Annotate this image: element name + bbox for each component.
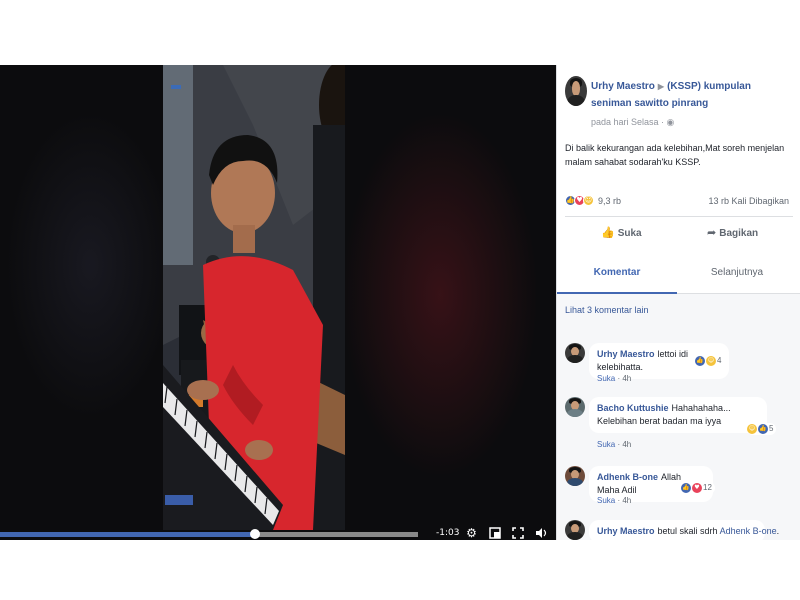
- share-arrow-icon: ➦: [707, 226, 717, 239]
- comment-bubble: Urhy Maestro betul skali sdrh Adhenk B-on…: [589, 520, 779, 540]
- facebook-video-viewer: -1:03 ⚙ Urhy Maestro ▶ (KSSP) kumpulan sen…: [0, 65, 800, 540]
- volume-icon[interactable]: [534, 527, 547, 540]
- progress-handle[interactable]: [249, 529, 260, 539]
- arrow-right-icon: ▶: [657, 82, 665, 91]
- like-reaction-icon: 👍: [758, 423, 768, 434]
- comment-reactions[interactable]: 👍 ♥ 12: [681, 482, 715, 494]
- commenter-name[interactable]: Urhy Maestro: [597, 526, 655, 536]
- commenter-avatar[interactable]: [565, 397, 585, 417]
- time-remaining: -1:03: [436, 528, 460, 538]
- comment-item: Adhenk B-one Allah Maha Adil 👍 ♥ 12 Suka · …: [565, 466, 800, 511]
- video-player[interactable]: -1:03 ⚙: [0, 65, 556, 540]
- author-avatar[interactable]: [565, 76, 587, 106]
- comment-like-link[interactable]: Suka: [597, 496, 615, 505]
- wow-reaction-icon[interactable]: ☺: [583, 195, 594, 206]
- comment-item: Urhy Maestro betul skali sdrh Adhenk B-on…: [565, 520, 800, 540]
- more-comments-link[interactable]: Lihat 3 komentar lain: [565, 305, 649, 315]
- haha-reaction-icon: ☺: [706, 355, 716, 366]
- reaction-count[interactable]: 9,3 rb: [598, 196, 621, 206]
- progress-fill: [0, 532, 255, 537]
- comment-mention[interactable]: Adhenk B-one: [720, 526, 777, 536]
- comment-meta: Suka · 4h: [597, 440, 632, 449]
- post-text: Di balik kekurangan ada kelebihan,Mat so…: [565, 143, 785, 167]
- commenter-name[interactable]: Bacho Kuttushie: [597, 403, 669, 413]
- gear-icon[interactable]: ⚙: [465, 527, 478, 540]
- comment-time[interactable]: 4h: [622, 440, 631, 449]
- comment-reactions[interactable]: 👍 ☺ 4: [695, 355, 725, 367]
- commenter-avatar[interactable]: [565, 520, 585, 540]
- tab-comments[interactable]: Komentar: [557, 257, 677, 294]
- panel-tabs: Komentar Selanjutnya: [557, 257, 800, 294]
- comment-bubble: Bacho Kuttushie Hahahahaha... Kelebihan b…: [589, 397, 767, 433]
- comment-reactions[interactable]: ☺ 👍 5: [747, 423, 777, 435]
- divider: [565, 216, 793, 217]
- thumbs-up-icon: 👍: [601, 226, 615, 239]
- comment-item: Bacho Kuttushie Hahahahaha... Kelebihan b…: [565, 397, 800, 452]
- video-scene: [163, 65, 345, 530]
- post-panel: Urhy Maestro ▶ (KSSP) kumpulan seniman saw…: [556, 65, 800, 540]
- commenter-avatar[interactable]: [565, 466, 585, 486]
- picture-in-picture-icon[interactable]: [488, 527, 501, 540]
- comment-like-link[interactable]: Suka: [597, 374, 615, 383]
- like-reaction-icon: 👍: [681, 482, 691, 493]
- globe-icon: ◉: [666, 118, 675, 128]
- comment-text: betul skali sdrh: [657, 526, 718, 536]
- tab-next[interactable]: Selanjutnya: [677, 257, 797, 294]
- haha-reaction-icon: ☺: [747, 423, 757, 434]
- comment-item: Urhy Maestro lettoi idi kelebihatta. 👍 ☺ 4 …: [565, 343, 800, 388]
- comment-like-link[interactable]: Suka: [597, 440, 615, 449]
- comment-meta: Suka · 4h: [597, 496, 632, 505]
- post-header: Urhy Maestro ▶ (KSSP) kumpulan seniman saw…: [591, 78, 791, 112]
- comment-time[interactable]: 4h: [622, 374, 631, 383]
- comment-time[interactable]: 4h: [622, 496, 631, 505]
- post-timestamp[interactable]: pada hari Selasa · ◉: [591, 117, 674, 128]
- progress-bar[interactable]: [0, 532, 418, 537]
- love-reaction-icon: ♥: [692, 482, 702, 493]
- comments-list: Lihat 3 komentar lain Urhy Maestro lettoi…: [557, 294, 800, 540]
- comment-meta: Suka · 4h: [597, 374, 632, 383]
- video-controls: -1:03 ⚙: [0, 527, 556, 540]
- like-reaction-icon: 👍: [695, 355, 705, 366]
- author-name[interactable]: Urhy Maestro: [591, 81, 655, 92]
- fullscreen-icon[interactable]: [511, 527, 524, 540]
- share-count[interactable]: 13 rb Kali Dibagikan: [708, 196, 789, 206]
- like-button[interactable]: 👍 Suka: [601, 226, 642, 246]
- commenter-name[interactable]: Urhy Maestro: [597, 349, 655, 359]
- commenter-name[interactable]: Adhenk B-one: [597, 472, 658, 482]
- commenter-avatar[interactable]: [565, 343, 585, 363]
- reactions-row: 👍 ♥ ☺ 9,3 rb 13 rb Kali Dibagikan: [565, 195, 793, 209]
- share-button[interactable]: ➦ Bagikan: [707, 226, 758, 246]
- video-frame[interactable]: [163, 65, 345, 530]
